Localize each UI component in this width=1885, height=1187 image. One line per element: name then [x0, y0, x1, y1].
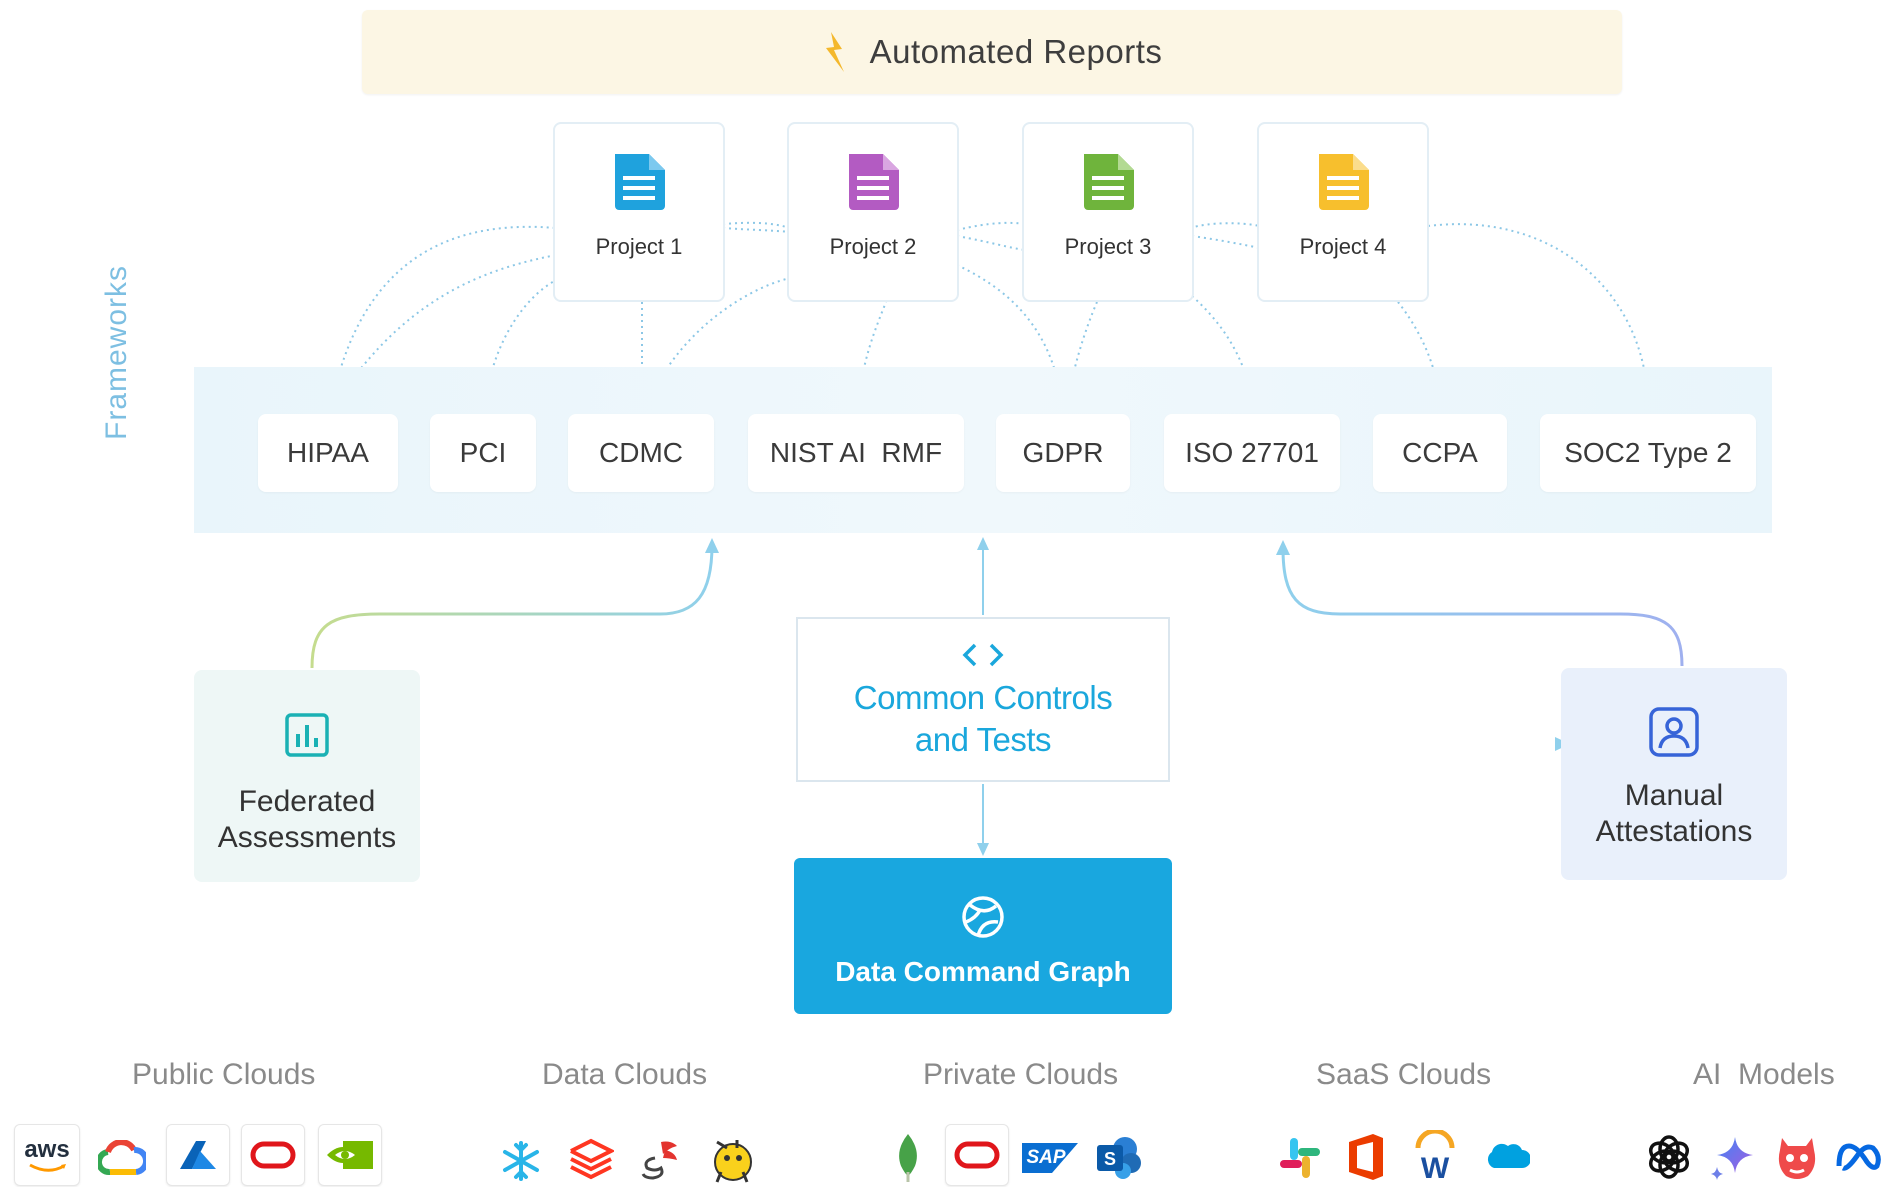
data-command-graph-box[interactable]: Data Command Graph — [794, 858, 1172, 1014]
sap-logo-text: SAP — [1026, 1147, 1066, 1168]
framework-iso-27701[interactable]: ISO 27701 — [1164, 414, 1340, 492]
banner-title: Automated Reports — [869, 33, 1163, 70]
framework-gdpr[interactable]: GDPR — [996, 414, 1130, 492]
framework-ccpa[interactable]: CCPA — [1373, 414, 1507, 492]
meta-icon — [1834, 1138, 1882, 1176]
project-label: Project 1 — [595, 234, 683, 259]
category-data-clouds: Data Clouds — [542, 1058, 708, 1091]
oracle-icon — [945, 1124, 1009, 1186]
azure-icon — [166, 1124, 230, 1186]
svg-text:W: W — [1421, 1152, 1450, 1182]
automated-reports-banner: Automated Reports — [362, 10, 1622, 94]
gemini-sparkle-icon — [1708, 1132, 1758, 1182]
bar-chart-icon — [285, 713, 329, 757]
starburst-icon — [638, 1134, 682, 1184]
databricks-icon — [566, 1134, 616, 1184]
manual-line2: Attestations — [1595, 815, 1753, 848]
project-card-3[interactable]: Project 3 — [1022, 122, 1194, 302]
project-card-2[interactable]: Project 2 — [787, 122, 959, 302]
common-controls-box[interactable]: Common Controls and Tests — [796, 617, 1170, 782]
project-label: Project 3 — [1064, 234, 1152, 259]
frameworks-label: Frameworks — [100, 264, 133, 440]
llama-icon — [1772, 1130, 1822, 1184]
category-public-clouds: Public Clouds — [132, 1058, 316, 1091]
category-saas-clouds: SaaS Clouds — [1316, 1058, 1492, 1091]
mongodb-icon — [890, 1130, 926, 1186]
snowflake-icon — [496, 1136, 546, 1186]
framework-nist-ai-rmf[interactable]: NIST AI RMF — [748, 414, 964, 492]
manual-attestations-box[interactable]: Manual Attestations — [1561, 668, 1787, 880]
project-card-1[interactable]: Project 1 — [553, 122, 725, 302]
hadoop-icon — [706, 1130, 756, 1186]
federated-line2: Assessments — [217, 821, 397, 854]
aws-logo-text: aws — [24, 1136, 70, 1163]
user-badge-icon — [1649, 707, 1699, 757]
framework-cdmc[interactable]: CDMC — [568, 414, 714, 492]
federated-line1: Federated — [238, 785, 376, 818]
office-icon — [1342, 1130, 1390, 1184]
common-controls-line1: Common Controls — [853, 679, 1113, 716]
framework-soc2-type-2[interactable]: SOC2 Type 2 — [1540, 414, 1756, 492]
common-controls-line2: and Tests — [914, 721, 1052, 758]
workday-icon: W — [1410, 1128, 1460, 1184]
project-label: Project 2 — [829, 234, 917, 259]
salesforce-icon — [1484, 1138, 1530, 1174]
project-card-4[interactable]: Project 4 — [1257, 122, 1429, 302]
openai-icon — [1644, 1132, 1694, 1182]
code-brackets-icon — [962, 643, 1004, 667]
category-private-clouds: Private Clouds — [923, 1058, 1119, 1091]
document-icon — [615, 154, 665, 210]
lightning-icon — [825, 32, 844, 72]
document-icon — [1084, 154, 1134, 210]
data-command-graph-title: Data Command Graph — [835, 956, 1131, 987]
category-ai-models: AI Models — [1693, 1058, 1835, 1091]
sap-icon: SAP — [1022, 1138, 1078, 1178]
oracle-icon — [241, 1124, 305, 1186]
manual-line1: Manual — [1624, 779, 1724, 812]
sharepoint-icon: S — [1094, 1134, 1144, 1182]
svg-text:S: S — [1104, 1149, 1116, 1169]
framework-hipaa[interactable]: HIPAA — [258, 414, 398, 492]
graph-logo-icon — [962, 896, 1004, 938]
aws-logo-icon: aws — [14, 1124, 80, 1186]
federated-assessments-box[interactable]: Federated Assessments — [194, 670, 420, 882]
document-icon — [1319, 154, 1369, 210]
document-icon — [849, 154, 899, 210]
project-label: Project 4 — [1299, 234, 1387, 259]
google-cloud-icon — [96, 1136, 148, 1180]
slack-icon — [1276, 1134, 1324, 1182]
framework-pci[interactable]: PCI — [430, 414, 536, 492]
nvidia-icon — [318, 1124, 382, 1186]
